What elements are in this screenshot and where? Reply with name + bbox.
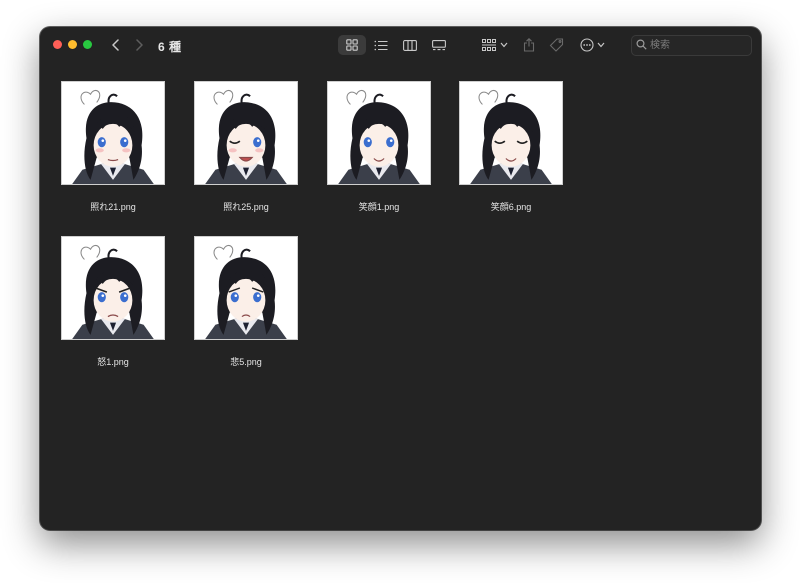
toolbar: 6 種 [40, 27, 761, 63]
group-grid-icon [482, 39, 496, 51]
chevron-left-icon [112, 39, 119, 51]
search-input[interactable] [650, 37, 745, 53]
close-window-button[interactable] [53, 40, 62, 49]
more-actions-button[interactable] [578, 35, 606, 55]
tag-button[interactable] [546, 35, 566, 55]
character-portrait-image [338, 90, 420, 184]
zoom-window-button[interactable] [83, 40, 92, 49]
file-thumbnail[interactable] [61, 81, 165, 185]
file-name-label[interactable]: 悲5.png [173, 355, 319, 368]
character-portrait-image [72, 90, 154, 184]
gallery-icon [432, 39, 446, 50]
window-title: 6 種 [158, 40, 182, 54]
icon-view-button[interactable] [338, 35, 366, 55]
columns-icon [403, 39, 417, 51]
forward-button[interactable] [130, 36, 148, 54]
file-thumbnail[interactable] [459, 81, 563, 185]
file-thumbnail[interactable] [194, 81, 298, 185]
file-item[interactable]: 笑顔6.png [438, 63, 568, 212]
chevron-down-icon [597, 42, 604, 48]
file-name-label[interactable]: 笑顔6.png [438, 200, 584, 213]
gallery-view-button[interactable] [427, 35, 451, 55]
list-icon [374, 40, 388, 50]
file-item[interactable]: 怒1.png [40, 218, 170, 367]
character-portrait-image [205, 245, 287, 339]
back-button[interactable] [107, 36, 125, 54]
search-field[interactable] [631, 35, 752, 56]
tag-icon [549, 38, 563, 52]
file-thumbnail[interactable] [194, 236, 298, 340]
ellipsis-circle-icon [579, 38, 594, 52]
file-item[interactable]: 笑顔1.png [306, 63, 436, 212]
character-portrait-image [205, 90, 287, 184]
file-thumbnail[interactable] [61, 236, 165, 340]
file-item[interactable]: 照れ21.png [40, 63, 170, 212]
finder-window: 6 種 照れ21.png照れ25. [40, 27, 761, 530]
file-name-label[interactable]: 照れ25.png [173, 200, 319, 213]
file-item[interactable]: 悲5.png [173, 218, 303, 367]
file-name-label[interactable]: 照れ21.png [40, 200, 186, 213]
column-view-button[interactable] [398, 35, 422, 55]
group-by-button[interactable] [480, 35, 510, 55]
minimize-window-button[interactable] [68, 40, 77, 49]
file-name-label[interactable]: 笑顔1.png [306, 200, 452, 213]
share-button[interactable] [520, 35, 538, 55]
share-icon [523, 38, 535, 52]
file-thumbnail[interactable] [327, 81, 431, 185]
chevron-down-icon [500, 42, 508, 48]
search-icon [636, 39, 647, 50]
chevron-right-icon [136, 39, 143, 51]
file-name-label[interactable]: 怒1.png [40, 355, 186, 368]
grid-icon [346, 39, 358, 51]
list-view-button[interactable] [369, 35, 393, 55]
file-item[interactable]: 照れ25.png [173, 63, 303, 212]
character-portrait-image [72, 245, 154, 339]
character-portrait-image [470, 90, 552, 184]
